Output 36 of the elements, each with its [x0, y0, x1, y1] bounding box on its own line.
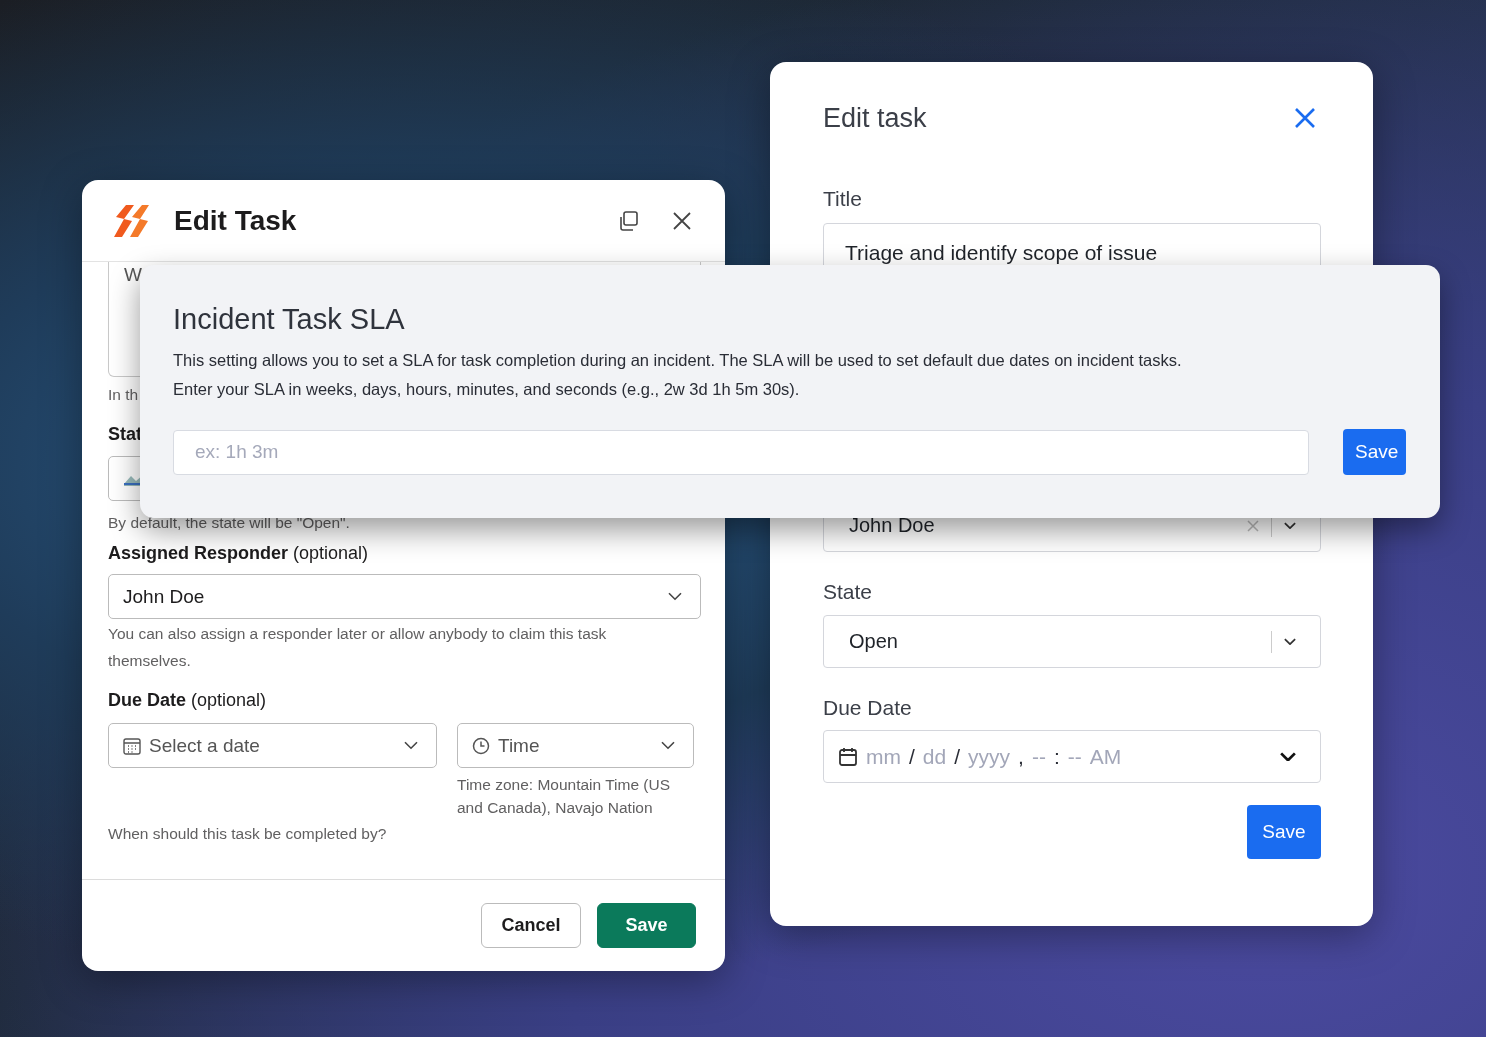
dialog-title: Incident Task SLA	[173, 303, 406, 336]
description-text: Enter your SLA in weeks, days, hours, minutes, and seconds (e.g., 2w 3d 1h 5m 30s).	[173, 379, 801, 400]
chevron-down-icon	[1284, 637, 1296, 646]
field-label: State	[823, 580, 874, 604]
date-time-field[interactable]: mm / dd / yyyy , -- : -- AM	[823, 730, 1321, 783]
chevron-down-icon	[1284, 521, 1296, 530]
field-label: Due Date	[823, 696, 913, 720]
field-label: Due Date (optional)	[108, 690, 268, 711]
responder-select[interactable]: John Doe	[108, 574, 701, 619]
clock-icon	[472, 736, 490, 755]
chevron-down-icon	[668, 592, 682, 601]
helper-text: When should this task be completed by?	[108, 824, 388, 844]
helper-text: Time zone: Mountain Time (US and Canada), Navajo Nation	[457, 775, 672, 818]
save-button[interactable]: Save	[597, 903, 696, 948]
chevron-down-icon	[661, 741, 675, 750]
dialog-title: Edit Task	[174, 204, 298, 237]
chevron-down-icon	[1280, 751, 1296, 762]
time-select[interactable]: Time	[457, 723, 694, 768]
cancel-button[interactable]: Cancel	[481, 903, 581, 948]
date-select[interactable]: Select a date	[108, 723, 437, 768]
chevron-down-icon	[404, 741, 418, 750]
helper-text: In th	[108, 385, 139, 405]
field-label: Assigned Responder (optional)	[108, 543, 370, 564]
state-select[interactable]: Open	[823, 615, 1321, 668]
save-button[interactable]: Save	[1247, 805, 1321, 859]
sla-input[interactable]: ex: 1h 3m	[173, 429, 1309, 475]
helper-text: You can also assign a responder later or allow anybody to claim this task themselves.	[108, 624, 608, 671]
field-label: Title	[823, 187, 863, 211]
field-label: Stat	[108, 424, 142, 445]
calendar-icon	[123, 736, 141, 755]
calendar-icon	[838, 746, 858, 767]
helper-text: By default, the state will be "Open".	[108, 513, 350, 533]
logo-icon	[112, 202, 150, 239]
description-text: This setting allows you to set a SLA for task completion during an incident. The SLA will be used to set default due dates on incident tasks.	[173, 350, 1183, 371]
save-button[interactable]: Save	[1343, 429, 1406, 475]
dialog-title: Edit task	[823, 102, 928, 134]
